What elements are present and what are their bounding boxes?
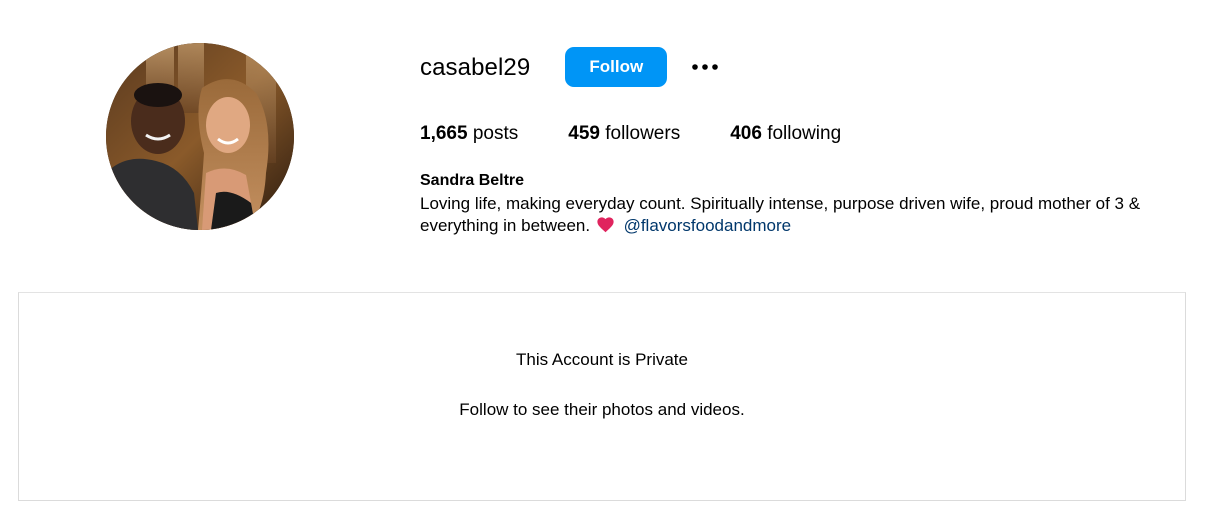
profile-header: casabel29 Follow bbox=[420, 46, 723, 88]
profile-avatar[interactable] bbox=[106, 43, 294, 230]
followers-label: followers bbox=[605, 123, 681, 144]
profile-username: casabel29 bbox=[420, 54, 531, 81]
more-horizontal-icon bbox=[692, 64, 719, 70]
followers-count: 459 bbox=[568, 123, 600, 144]
following-stat[interactable]: 406 following bbox=[730, 122, 841, 146]
bio-mention-link[interactable]: @flavorsfoodandmore bbox=[624, 216, 792, 235]
profile-bio: Loving life, making everyday count. Spir… bbox=[420, 193, 1190, 237]
posts-stat: 1,665 posts bbox=[420, 122, 518, 146]
follow-button[interactable]: Follow bbox=[565, 47, 668, 87]
private-account-panel: This Account is Private Follow to see th… bbox=[18, 292, 1186, 501]
avatar-photo bbox=[106, 43, 294, 230]
more-options-button[interactable] bbox=[687, 49, 723, 85]
private-account-title: This Account is Private bbox=[516, 350, 688, 369]
heart-icon bbox=[597, 217, 614, 233]
following-count: 406 bbox=[730, 123, 762, 144]
profile-full-name: Sandra Beltre bbox=[420, 172, 525, 189]
private-account-subtitle: Follow to see their photos and videos. bbox=[459, 400, 745, 419]
posts-label: posts bbox=[472, 123, 519, 144]
profile-stats: 1,665 posts 459 followers 406 following bbox=[420, 122, 891, 146]
followers-stat[interactable]: 459 followers bbox=[568, 122, 680, 146]
following-label: following bbox=[767, 123, 842, 144]
posts-count: 1,665 bbox=[420, 123, 468, 144]
